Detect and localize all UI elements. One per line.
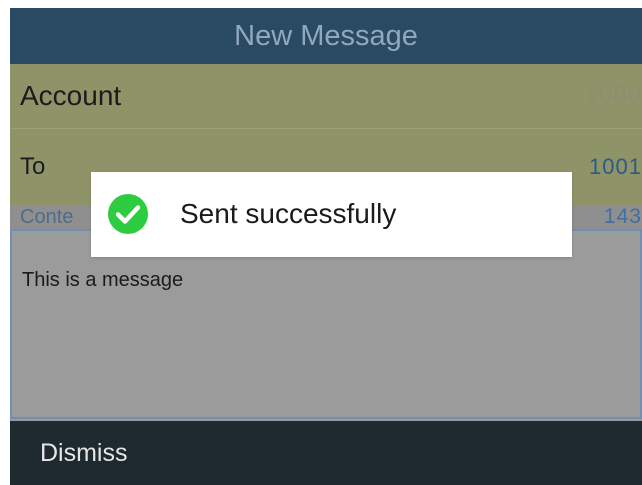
page-title-text: New Message xyxy=(234,19,418,52)
account-row[interactable]: Account 1000 xyxy=(10,64,642,128)
account-value: 1000 xyxy=(584,82,642,109)
dismiss-button[interactable]: Dismiss xyxy=(10,421,642,485)
message-textarea[interactable]: This is a message xyxy=(10,229,642,419)
content-label: Conte xyxy=(20,205,74,228)
page-title: New Message xyxy=(10,8,642,64)
account-label: Account xyxy=(20,80,122,111)
message-text: This is a message xyxy=(22,269,184,291)
success-toast: Sent successfully xyxy=(91,172,572,257)
content-char-count: 143 xyxy=(603,205,642,228)
to-label: To xyxy=(20,153,46,180)
check-circle-icon xyxy=(108,194,148,234)
dismiss-label: Dismiss xyxy=(40,438,128,467)
toast-message: Sent successfully xyxy=(180,198,397,229)
to-value: 1001 xyxy=(589,154,642,179)
